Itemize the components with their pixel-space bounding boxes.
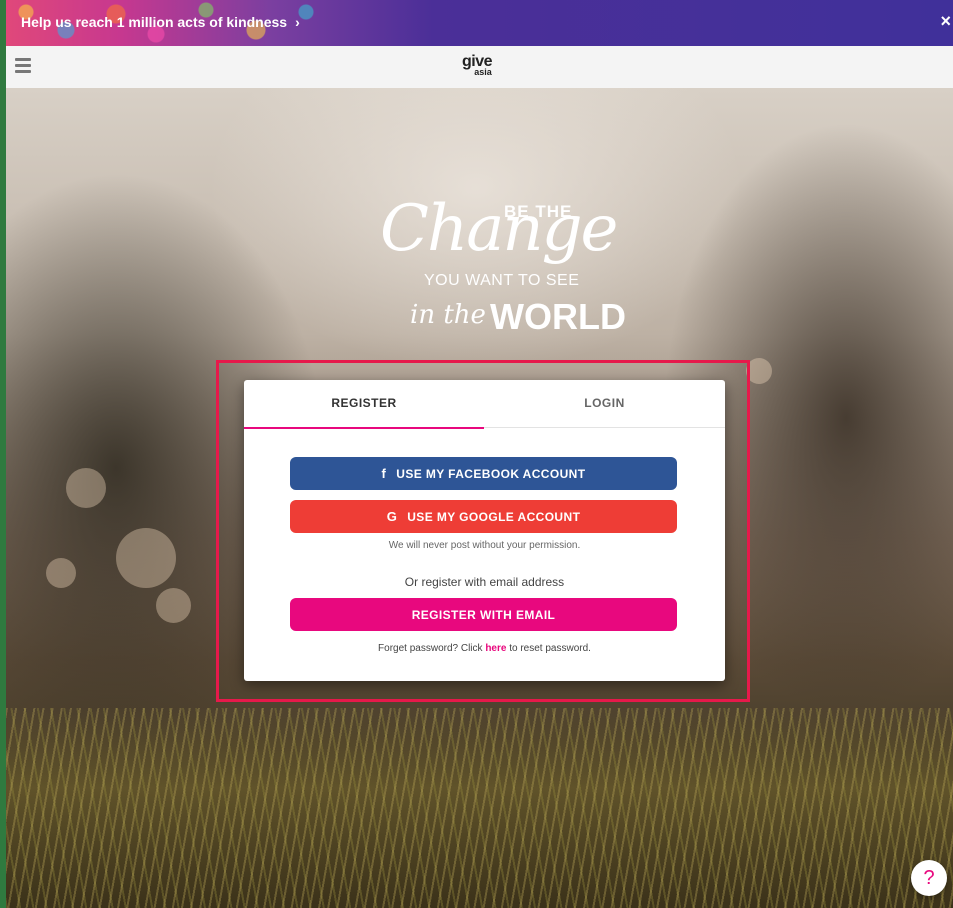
reset-password-link[interactable]: here xyxy=(485,643,506,654)
grass-foreground xyxy=(6,708,953,908)
facebook-icon: f xyxy=(381,466,387,481)
slogan-change: Change xyxy=(380,192,618,266)
register-email-label: REGISTER WITH EMAIL xyxy=(411,607,556,622)
slogan-graphic: Change BE THE YOU WANT TO SEE in the WOR… xyxy=(376,178,626,338)
auth-card: REGISTER LOGIN f USE MY FACEBOOK ACCOUNT… xyxy=(244,380,725,681)
permission-note: We will never post without your permissi… xyxy=(388,540,581,551)
help-icon[interactable]: ? xyxy=(911,860,947,896)
announcement-label[interactable]: Help us reach 1 million acts of kindness xyxy=(21,14,287,30)
close-icon[interactable]: × xyxy=(940,11,951,32)
app-frame: Help us reach 1 million acts of kindness… xyxy=(6,0,953,908)
facebook-login-button[interactable]: f USE MY FACEBOOK ACCOUNT xyxy=(290,457,677,490)
giveasia-logo[interactable]: give asia xyxy=(462,54,493,77)
site-header: give asia xyxy=(6,46,953,89)
forgot-prefix: Forget password? Click xyxy=(378,643,483,654)
slogan-want-to-see: YOU WANT TO SEE xyxy=(424,272,580,289)
forgot-suffix: to reset password. xyxy=(509,643,591,654)
google-icon: G xyxy=(386,509,398,524)
chevron-right-icon: › xyxy=(295,14,300,30)
facebook-button-label: USE MY FACEBOOK ACCOUNT xyxy=(396,466,586,481)
register-email-button[interactable]: REGISTER WITH EMAIL xyxy=(290,598,677,631)
announcement-text[interactable]: Help us reach 1 million acts of kindness… xyxy=(21,14,300,30)
google-login-button[interactable]: G USE MY GOOGLE ACCOUNT xyxy=(290,500,677,533)
auth-tabs: REGISTER LOGIN xyxy=(244,380,725,429)
forgot-password-text: Forget password? Click here to reset pas… xyxy=(244,643,725,654)
slogan-in-the: in the xyxy=(410,300,486,330)
hamburger-icon[interactable] xyxy=(15,58,31,73)
tab-login[interactable]: LOGIN xyxy=(484,380,725,427)
logo-bottom: asia xyxy=(474,67,492,77)
bokeh-light xyxy=(156,588,191,623)
tab-register[interactable]: REGISTER xyxy=(244,380,484,429)
announcement-bar[interactable]: Help us reach 1 million acts of kindness… xyxy=(6,0,953,46)
google-button-label: USE MY GOOGLE ACCOUNT xyxy=(407,509,581,524)
bokeh-light xyxy=(46,558,76,588)
slogan-world: WORLD xyxy=(490,296,626,337)
or-register-text: Or register with email address xyxy=(404,575,565,589)
slogan-be-the: BE THE xyxy=(504,202,573,221)
bokeh-light xyxy=(116,528,176,588)
bokeh-light xyxy=(66,468,106,508)
